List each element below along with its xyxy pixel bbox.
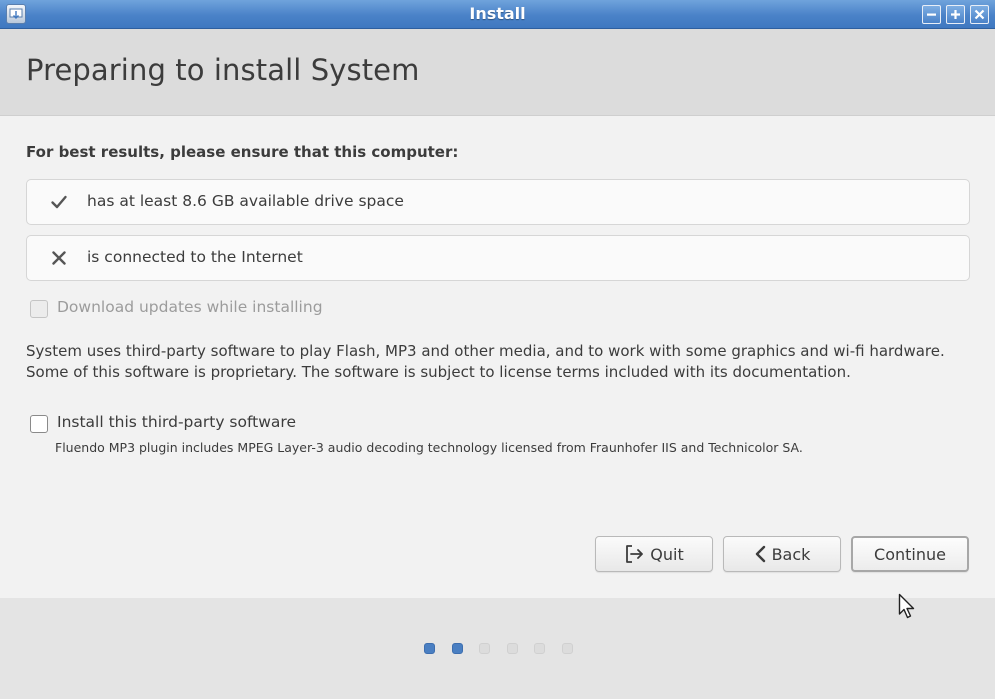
page-title: Preparing to install System (26, 53, 420, 87)
requirements-intro: For best results, please ensure that thi… (26, 143, 459, 161)
third-party-checkbox[interactable] (30, 415, 48, 433)
requirement-label: has at least 8.6 GB available drive spac… (87, 192, 404, 210)
quit-button[interactable]: Quit (595, 536, 713, 572)
third-party-description: System uses third-party software to play… (26, 342, 945, 381)
mp3-plugin-note: Fluendo MP3 plugin includes MPEG Layer-3… (55, 440, 803, 455)
download-updates-label[interactable]: Download updates while installing (57, 298, 323, 316)
third-party-label[interactable]: Install this third-party software (57, 413, 296, 431)
back-button[interactable]: Back (723, 536, 841, 572)
cross-icon (52, 251, 66, 265)
window-title: Install (469, 4, 526, 23)
progress-dot (424, 643, 435, 654)
requirement-internet: is connected to the Internet (26, 235, 970, 281)
checkmark-icon (51, 195, 67, 209)
minimize-button[interactable] (922, 5, 941, 24)
quit-button-label: Quit (650, 544, 684, 564)
maximize-button[interactable] (946, 5, 965, 24)
back-button-label: Back (771, 544, 811, 564)
progress-footer (0, 598, 995, 699)
download-updates-checkbox[interactable] (30, 300, 48, 318)
progress-dot (451, 643, 463, 654)
step-progress-dots (424, 643, 589, 654)
continue-button[interactable]: Continue (851, 536, 969, 572)
maximize-icon (951, 10, 960, 19)
close-icon (974, 9, 985, 20)
main-content: For best results, please ensure that thi… (0, 116, 995, 598)
close-button[interactable] (970, 5, 989, 24)
chevron-left-icon (755, 545, 765, 563)
progress-dot (561, 643, 573, 654)
mouse-pointer-icon (898, 593, 915, 619)
continue-button-label: Continue (874, 544, 946, 564)
page-header: Preparing to install System (0, 29, 995, 116)
requirement-drive-space: has at least 8.6 GB available drive spac… (26, 179, 970, 225)
progress-dot (479, 643, 490, 654)
progress-dot (534, 643, 545, 654)
exit-icon (626, 545, 644, 563)
minimize-icon (927, 13, 936, 16)
title-bar: Install (0, 0, 995, 29)
requirement-label: is connected to the Internet (87, 248, 303, 266)
progress-dot (506, 643, 518, 654)
